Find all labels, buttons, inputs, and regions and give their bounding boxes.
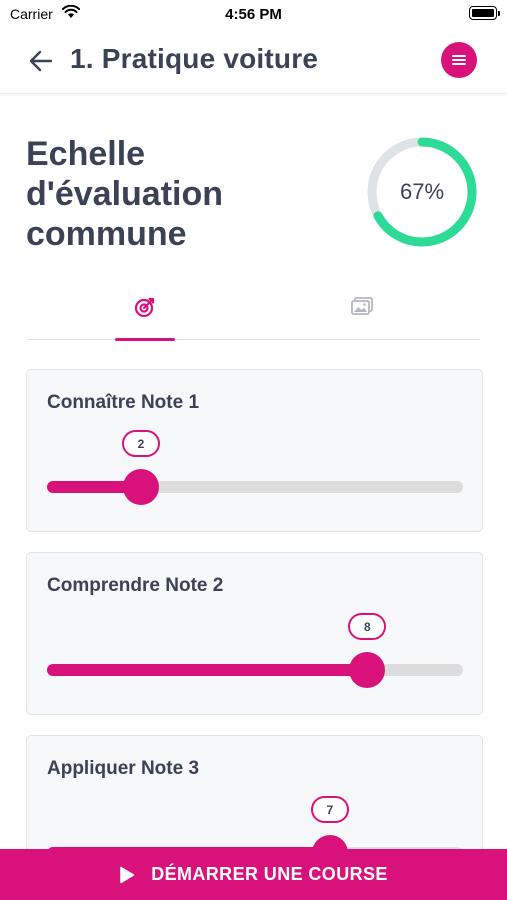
slider-card-title: Appliquer Note 3 (47, 758, 200, 779)
menu-button[interactable] (441, 42, 477, 78)
slider-card-title: Connaître Note 1 (47, 392, 200, 413)
section-heading: Echelle d'évaluation commune (26, 135, 224, 253)
start-course-label: DÉMARRER UNE COURSE (151, 864, 388, 884)
status-bar: Carrier 4:56 PM (0, 0, 507, 28)
back-button[interactable] (24, 44, 58, 78)
play-icon (120, 866, 135, 883)
status-time: 4:56 PM (225, 6, 282, 23)
slider-value-bubble: 2 (122, 430, 161, 457)
slider-fill (47, 664, 368, 676)
slider-card-1: Connaître Note 1 2 (26, 369, 483, 532)
slider-thumb[interactable] (123, 469, 160, 505)
target-icon (134, 297, 155, 318)
arrow-left-icon (29, 50, 53, 72)
tab-target[interactable] (115, 288, 175, 341)
slider-track[interactable] (47, 652, 463, 688)
app-header: 1. Pratique voiture (0, 28, 507, 94)
slider-card-2: Comprendre Note 2 8 (26, 552, 483, 715)
slider-card-title: Comprendre Note 2 (47, 575, 224, 596)
images-icon (351, 297, 373, 315)
page-title: 1. Pratique voiture (70, 43, 319, 74)
slider-value-bubble: 8 (348, 613, 387, 640)
tab-bar (28, 288, 480, 341)
start-course-button[interactable]: DÉMARRER UNE COURSE (0, 849, 507, 900)
tab-images[interactable] (332, 288, 392, 340)
progress-label: 67% (399, 179, 445, 204)
slider-thumb[interactable] (349, 652, 386, 688)
slider-track[interactable] (47, 469, 463, 505)
menu-icon (452, 55, 466, 65)
slider-value-bubble: 7 (310, 796, 349, 823)
battery-icon (469, 6, 500, 20)
